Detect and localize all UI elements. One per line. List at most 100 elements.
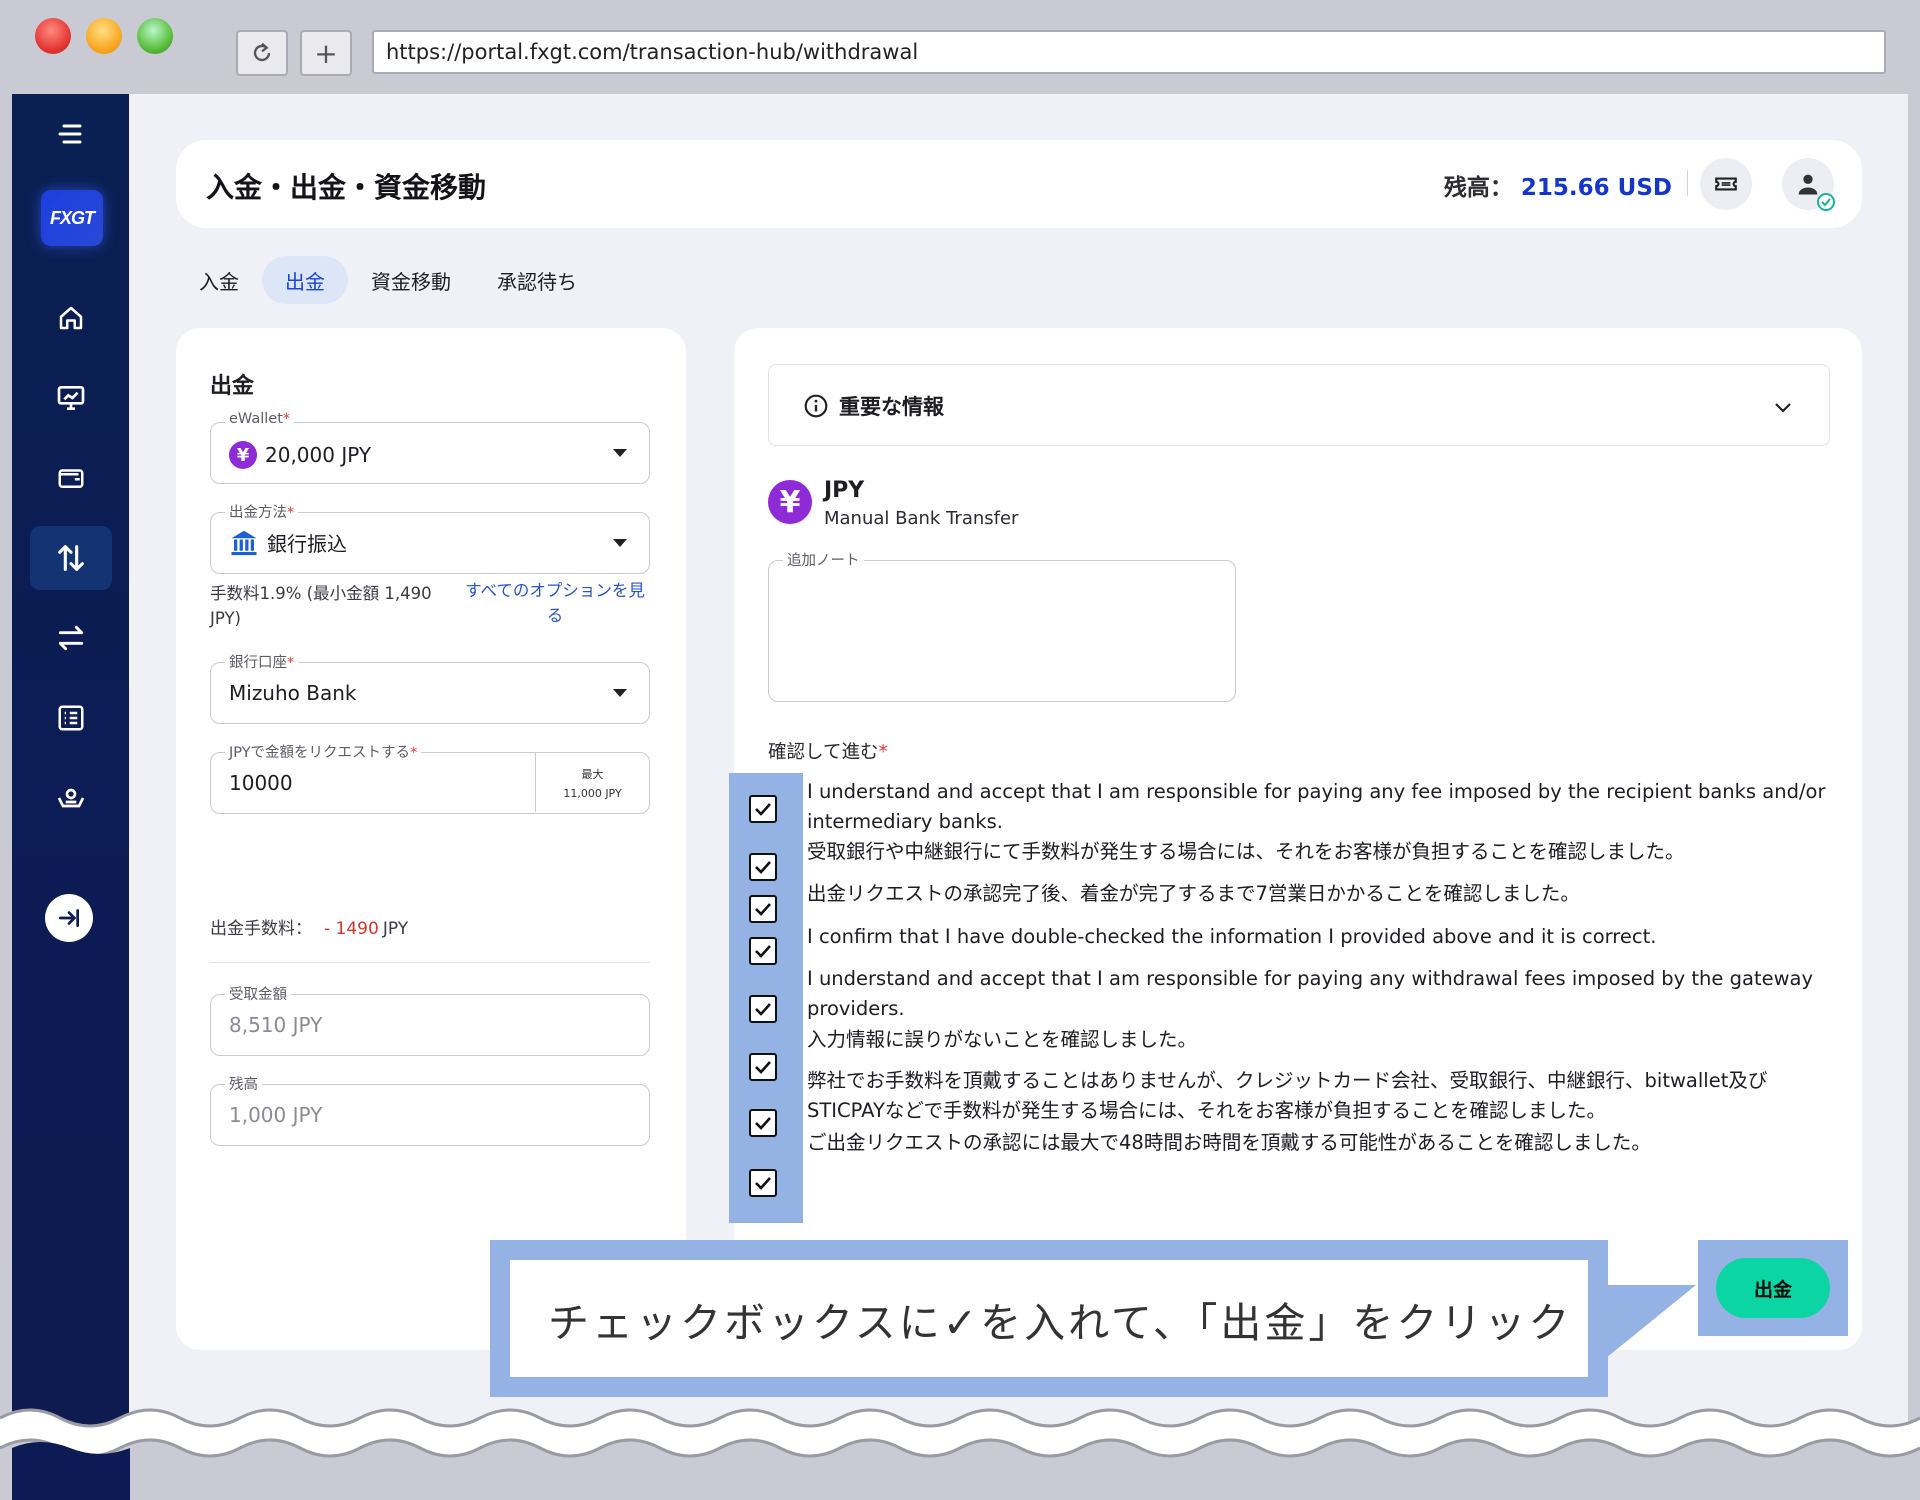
bank-value: Mizuho Bank bbox=[229, 681, 357, 705]
submit-highlight: 出金 bbox=[1698, 1240, 1848, 1336]
header-divider bbox=[1687, 170, 1688, 196]
instruction-callout: チェックボックスに✓を入れて、「出金」をクリック bbox=[490, 1240, 1608, 1397]
method-label: 出金方法* bbox=[225, 501, 299, 522]
bank-label-text: 銀行口座 bbox=[229, 655, 287, 671]
confirm-checkbox-5[interactable] bbox=[749, 995, 777, 1023]
url-bar[interactable]: https://portal.fxgt.com/transaction-hub/… bbox=[372, 30, 1886, 74]
ticket-icon bbox=[1715, 177, 1737, 191]
confirm-text-6: 入力情報に誤りがないことを確認しました。 bbox=[807, 1028, 1198, 1051]
sidebar-item-bonus[interactable] bbox=[30, 766, 112, 830]
profile-button[interactable] bbox=[1782, 158, 1835, 211]
withdrawal-method-select[interactable]: 出金方法* 銀行振込 bbox=[210, 501, 650, 574]
form-title: 出金 bbox=[210, 374, 255, 399]
reload-button[interactable] bbox=[236, 30, 288, 76]
options-link-line-2: る bbox=[546, 606, 564, 625]
minimize-window-button[interactable] bbox=[86, 18, 122, 54]
chart-monitor-icon bbox=[57, 386, 85, 410]
instruction-text: チェックボックスに✓を入れて、「出金」をクリック bbox=[510, 1260, 1588, 1377]
hand-coin-icon bbox=[57, 788, 85, 808]
bank-account-select[interactable]: 銀行口座* Mizuho Bank bbox=[210, 651, 650, 724]
withdraw-submit-button[interactable]: 出金 bbox=[1716, 1258, 1830, 1318]
confirm-text-7: 弊社でお手数料を頂戴することはありませんが、クレジットカード会社、受取銀行、中継… bbox=[807, 1069, 1768, 1122]
remaining-value: 1,000 JPY bbox=[229, 1103, 323, 1127]
fee-note-line-2: JPY) bbox=[210, 609, 241, 628]
max-value: 11,000 JPY bbox=[563, 787, 622, 800]
confirm-text-2: 受取銀行や中継銀行にて手数料が発生する場合には、それをお客様が負担することを確認… bbox=[807, 840, 1685, 863]
list-icon bbox=[58, 705, 84, 731]
confirm-checkbox-4[interactable] bbox=[749, 937, 777, 965]
balance-display: 残高： 215.66 USD bbox=[1444, 168, 1672, 202]
amount-value: 10000 bbox=[229, 771, 293, 795]
view-all-options-link[interactable]: すべてのオプションを見 る bbox=[456, 578, 654, 628]
yen-icon: ¥ bbox=[229, 441, 257, 469]
confirm-checkbox-8[interactable] bbox=[749, 1169, 777, 1197]
confirm-checkbox-7[interactable] bbox=[749, 1109, 777, 1137]
max-label: 最大 bbox=[581, 768, 604, 781]
header-card: 入金・出金・資金移動 残高： 215.66 USD bbox=[176, 140, 1862, 228]
close-window-button[interactable] bbox=[35, 18, 71, 54]
max-amount-button[interactable]: 最大 11,000 JPY bbox=[535, 753, 649, 812]
confirm-checkbox-2[interactable] bbox=[749, 853, 777, 881]
fee-value: - 1490 bbox=[324, 919, 379, 939]
torn-edge-decoration bbox=[0, 1408, 1920, 1500]
balance-label: 残高： bbox=[1443, 175, 1513, 201]
sidebar-item-transactions[interactable] bbox=[30, 526, 112, 590]
tab-withdrawal[interactable]: 出金 bbox=[262, 256, 348, 304]
reload-icon bbox=[253, 42, 271, 62]
tab-pending[interactable]: 承認待ち bbox=[474, 256, 600, 304]
fxgt-logo[interactable]: FXGT bbox=[41, 190, 103, 246]
amount-input[interactable]: JPYで金額をリクエストする* 10000 最大 11,000 JPY bbox=[210, 741, 650, 814]
confirm-checkbox-3[interactable] bbox=[749, 895, 777, 923]
withdrawal-form-card: 出金 eWallet* ¥20,000 JPY 出金方法* 銀行振込 手数料1.… bbox=[176, 328, 686, 1350]
important-info-accordion[interactable]: 重要な情報 bbox=[768, 364, 1830, 446]
confirm-text-8: ご出金リクエストの承認には最大で48時間お時間を頂戴する可能性があることを確認し… bbox=[807, 1131, 1651, 1154]
info-icon bbox=[804, 394, 828, 418]
page-title: 入金・出金・資金移動 bbox=[206, 171, 487, 204]
currency-method: Manual Bank Transfer bbox=[824, 508, 1019, 529]
sidebar-item-transfer[interactable] bbox=[30, 606, 112, 670]
confirm-checkbox-6[interactable] bbox=[749, 1053, 777, 1081]
tab-fund-transfer[interactable]: 資金移動 bbox=[348, 256, 474, 304]
ewallet-select[interactable]: eWallet* ¥20,000 JPY bbox=[210, 411, 650, 484]
ewallet-label: eWallet* bbox=[225, 411, 295, 427]
chevron-down-icon bbox=[1775, 403, 1791, 413]
received-amount-field: 受取金額 8,510 JPY bbox=[210, 983, 650, 1056]
sidebar-item-trading[interactable] bbox=[30, 366, 112, 430]
confirm-checkbox-1[interactable] bbox=[749, 795, 777, 823]
yen-icon: ¥ bbox=[768, 480, 812, 524]
maximize-window-button[interactable] bbox=[137, 18, 173, 54]
confirm-text-4: I confirm that I have double-checked the… bbox=[807, 925, 1657, 948]
withdrawal-details-card: 重要な情報 ¥ JPY Manual Bank Transfer 追加ノート 確… bbox=[729, 328, 1862, 1350]
withdrawal-fee-line: 出金手数料： - 1490 JPY bbox=[210, 914, 408, 939]
sidebar-item-history[interactable] bbox=[30, 686, 112, 750]
ewallet-label-text: eWallet bbox=[229, 411, 283, 427]
collapse-sidebar-button[interactable] bbox=[45, 894, 93, 942]
confirm-text-1: I understand and accept that I am respon… bbox=[807, 780, 1826, 833]
ewallet-value: 20,000 JPY bbox=[265, 443, 372, 467]
bank-icon bbox=[231, 530, 257, 556]
sidebar-item-wallet[interactable] bbox=[30, 446, 112, 510]
sidebar-item-home[interactable] bbox=[30, 286, 112, 350]
method-value: 銀行振込 bbox=[267, 531, 347, 556]
plus-icon: + bbox=[314, 36, 338, 70]
wallet-icon bbox=[58, 469, 84, 488]
additional-note-textarea[interactable]: 追加ノート bbox=[768, 549, 1236, 702]
menu-icon bbox=[58, 124, 82, 144]
received-value: 8,510 JPY bbox=[229, 1013, 323, 1037]
remaining-label: 残高 bbox=[225, 1073, 262, 1094]
options-link-line-1: すべてのオプションを見 bbox=[465, 581, 645, 600]
url-text: https://portal.fxgt.com/transaction-hub/… bbox=[386, 40, 919, 64]
currency-code: JPY bbox=[824, 478, 865, 503]
chevron-down-icon bbox=[613, 539, 627, 547]
menu-button[interactable] bbox=[30, 102, 112, 166]
exchange-arrows-icon bbox=[58, 625, 84, 651]
tab-deposit[interactable]: 入金 bbox=[176, 256, 262, 304]
transfer-updown-icon bbox=[58, 545, 84, 571]
ticket-button[interactable] bbox=[1700, 158, 1752, 210]
confirm-text-3: 出金リクエストの承認完了後、着金が完了するまで7営業日かかることを確認しました。 bbox=[807, 882, 1580, 905]
new-tab-button[interactable]: + bbox=[300, 30, 352, 76]
browser-chrome: + https://portal.fxgt.com/transaction-hu… bbox=[0, 0, 1920, 94]
balance-value: 215.66 USD bbox=[1520, 175, 1672, 201]
received-label: 受取金額 bbox=[225, 983, 291, 1004]
callout-pointer bbox=[1606, 1285, 1696, 1358]
